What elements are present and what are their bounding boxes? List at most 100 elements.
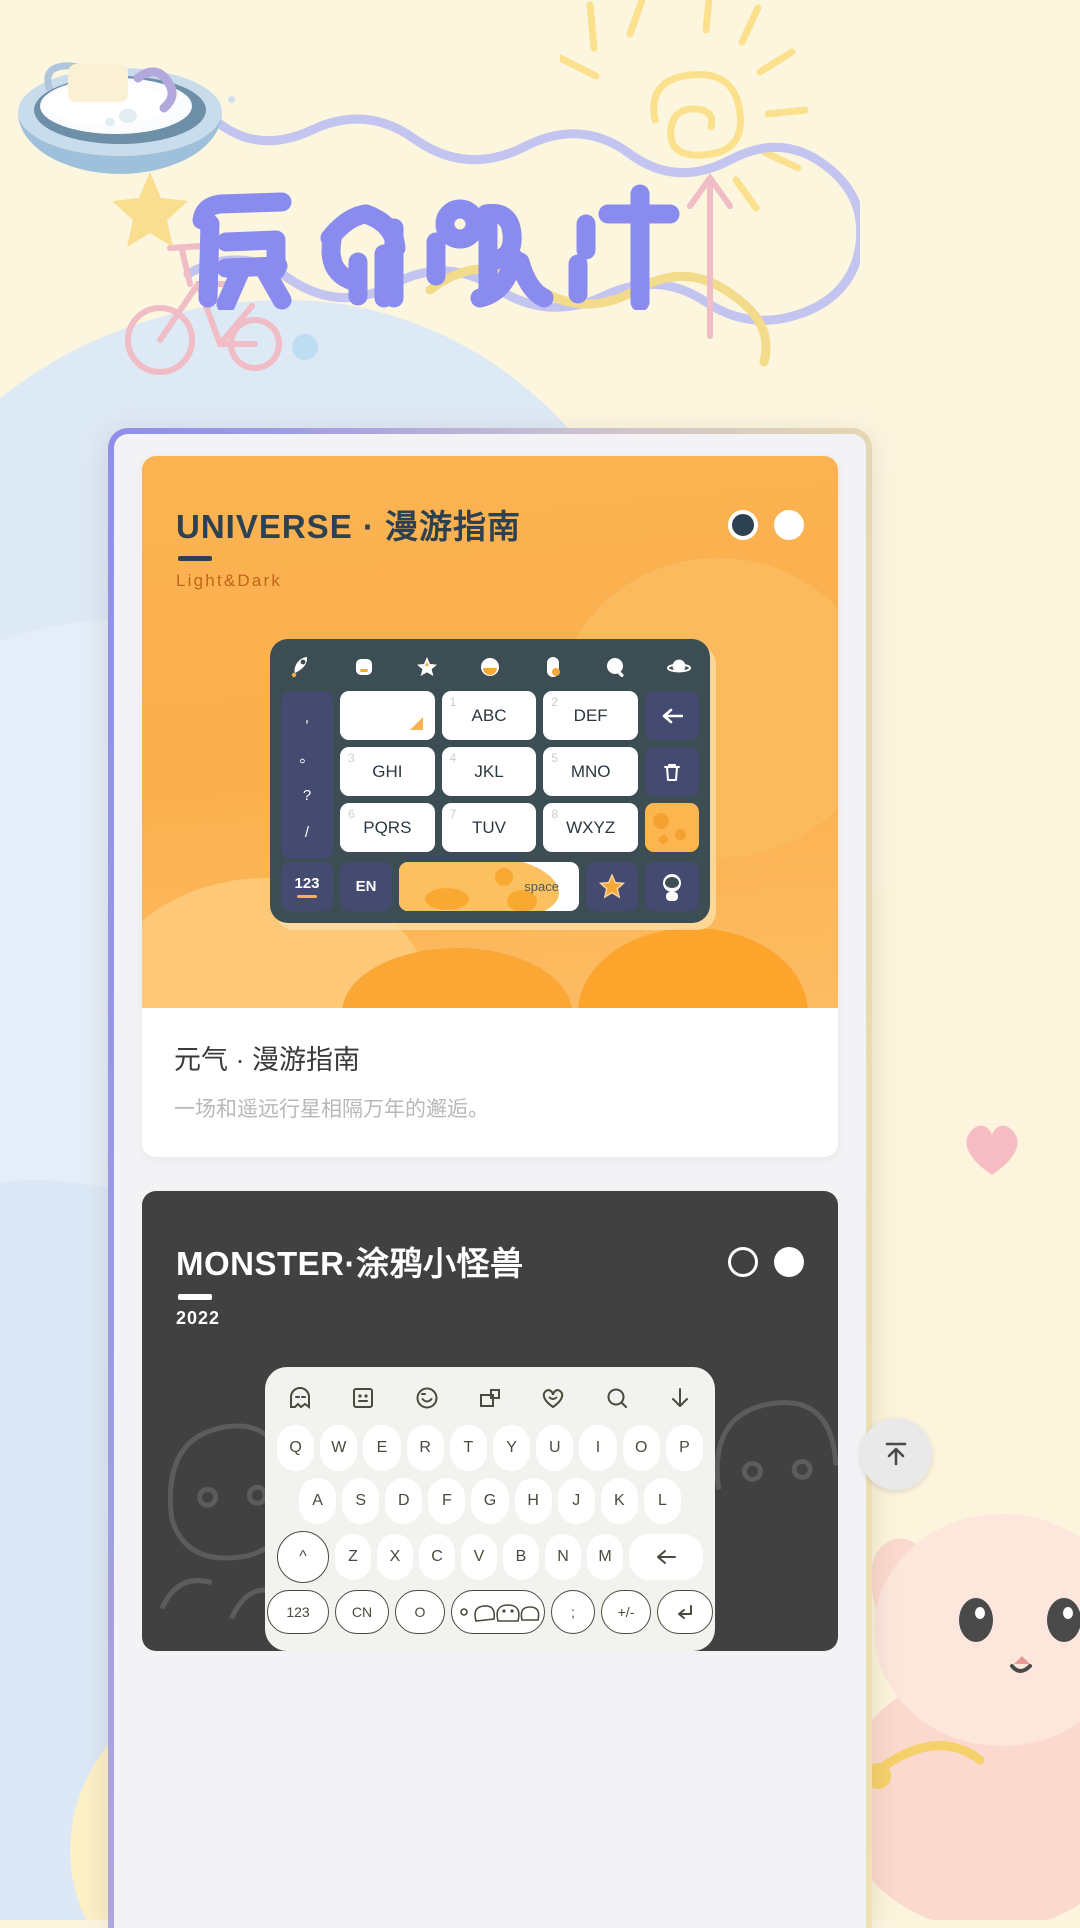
theme-card-universe[interactable]: UNIVERSE · 漫游指南 Light&Dark , 。 ? / 1 ABC… xyxy=(142,456,838,1157)
keyboard-preview-light[interactable]: Q W E R T Y U I O P A S D F G H J K L ^ … xyxy=(265,1367,715,1651)
backspace-key[interactable] xyxy=(629,1534,703,1580)
key-v[interactable]: V xyxy=(461,1534,497,1580)
key-ghi[interactable]: 3 GHI xyxy=(340,747,435,796)
key-pqrs[interactable]: 6 PQRS xyxy=(340,803,435,852)
circle-key[interactable]: O xyxy=(395,1590,445,1634)
key-h[interactable]: H xyxy=(514,1478,552,1524)
keyboard-row[interactable]: 6 PQRS 7 TUV 8 WXYZ xyxy=(340,803,639,852)
trash-icon xyxy=(664,763,680,781)
backspace-key[interactable] xyxy=(645,691,699,740)
search-icon[interactable] xyxy=(604,655,628,679)
key-mno[interactable]: 5 MNO xyxy=(543,747,639,796)
smiley-icon[interactable] xyxy=(414,1385,440,1411)
language-key-label: EN xyxy=(355,878,377,895)
numbers-key[interactable]: 123 xyxy=(281,862,333,911)
keyboard-function-column[interactable] xyxy=(645,691,699,859)
layers-icon[interactable] xyxy=(477,1385,503,1411)
key-b[interactable]: B xyxy=(503,1534,539,1580)
key-x[interactable]: X xyxy=(377,1534,413,1580)
moon-key[interactable] xyxy=(645,803,699,852)
key-w[interactable]: W xyxy=(320,1425,358,1471)
key-q[interactable]: Q xyxy=(276,1425,315,1471)
key-k[interactable]: K xyxy=(600,1478,638,1524)
key-blank[interactable] xyxy=(340,691,435,740)
key-o[interactable]: O xyxy=(622,1425,660,1471)
key-z[interactable]: Z xyxy=(335,1534,371,1580)
key-f[interactable]: F xyxy=(428,1478,466,1524)
keyboard-row-2[interactable]: A S D F G H J K L xyxy=(277,1478,703,1524)
theme-toggle-dots[interactable] xyxy=(728,510,804,540)
star-icon[interactable] xyxy=(415,655,439,679)
key-g[interactable]: G xyxy=(471,1478,509,1524)
key-question[interactable]: ? xyxy=(303,787,311,804)
key-jkl[interactable]: 4 JKL xyxy=(441,747,537,796)
theme-toggle-dots[interactable] xyxy=(728,1247,804,1277)
hero-title-block: MONSTER·涂鸦小怪兽 2022 xyxy=(176,1237,524,1329)
key-a[interactable]: A xyxy=(299,1478,337,1524)
rocket-icon[interactable] xyxy=(289,655,313,679)
planet-icon[interactable] xyxy=(667,655,691,679)
key-c[interactable]: C xyxy=(419,1534,455,1580)
search-icon[interactable] xyxy=(604,1385,630,1411)
plusminus-key[interactable]: +/- xyxy=(601,1590,651,1634)
ghost-icon[interactable] xyxy=(287,1385,313,1411)
space-key[interactable]: space xyxy=(399,862,579,911)
key-comma[interactable]: , xyxy=(305,709,309,726)
key-p[interactable]: P xyxy=(665,1425,704,1471)
theme-dot-dark[interactable] xyxy=(728,510,758,540)
keyboard-punctuation-column[interactable]: , 。 ? / xyxy=(281,691,333,859)
numbers-key[interactable]: 123 xyxy=(267,1590,329,1634)
keyboard-main-keys[interactable]: 1 ABC 2 DEF 3 GHI 4 JKL 5 MNO 6 PQRS 7 T… xyxy=(340,691,639,859)
hero-rule xyxy=(178,556,212,561)
keyboard-preview-dark[interactable]: , 。 ? / 1 ABC 2 DEF 3 GHI 4 JKL 5 MNO 6 … xyxy=(270,639,710,923)
keyboard-bottom-row[interactable]: 123 EN space xyxy=(281,862,699,911)
key-period[interactable]: 。 xyxy=(299,746,314,767)
theme-dot-solid[interactable] xyxy=(774,1247,804,1277)
key-n[interactable]: N xyxy=(545,1534,581,1580)
key-r[interactable]: R xyxy=(406,1425,444,1471)
key-e[interactable]: E xyxy=(363,1425,401,1471)
down-arrow-icon[interactable] xyxy=(667,1385,693,1411)
shift-key[interactable]: ^ xyxy=(277,1531,329,1583)
key-u[interactable]: U xyxy=(536,1425,574,1471)
key-tuv[interactable]: 7 TUV xyxy=(441,803,537,852)
key-wxyz[interactable]: 8 WXYZ xyxy=(543,803,639,852)
key-i[interactable]: I xyxy=(579,1425,617,1471)
sticker-space-key[interactable] xyxy=(451,1590,545,1634)
keyboard-body[interactable]: , 。 ? / 1 ABC 2 DEF 3 GHI 4 JKL 5 MNO 6 … xyxy=(281,691,699,859)
keyboard-row[interactable]: 3 GHI 4 JKL 5 MNO xyxy=(340,747,639,796)
key-abc[interactable]: 1 ABC xyxy=(441,691,537,740)
theme-dot-light[interactable] xyxy=(774,510,804,540)
key-d[interactable]: D xyxy=(385,1478,423,1524)
delete-key[interactable] xyxy=(645,747,699,796)
scroll-to-top-button[interactable] xyxy=(860,1418,932,1490)
astronaut-icon xyxy=(663,873,681,901)
theme-card-monster[interactable]: MONSTER·涂鸦小怪兽 2022 Q W E R T Y U I O P A… xyxy=(142,1191,838,1651)
key-m[interactable]: M xyxy=(587,1534,623,1580)
capsule-icon[interactable] xyxy=(541,655,565,679)
astronaut-key[interactable] xyxy=(645,862,699,911)
semicolon-key[interactable]: ; xyxy=(551,1590,595,1634)
language-key[interactable]: CN xyxy=(335,1590,389,1634)
language-key[interactable]: EN xyxy=(340,862,392,911)
key-t[interactable]: T xyxy=(449,1425,487,1471)
keyboard-row-4[interactable]: 123 CN O ; +/- xyxy=(267,1590,713,1634)
key-l[interactable]: L xyxy=(643,1478,681,1524)
theme-dot-outline[interactable] xyxy=(728,1247,758,1277)
keyboard-row[interactable]: 1 ABC 2 DEF xyxy=(340,691,639,740)
clipboard-icon[interactable] xyxy=(352,655,376,679)
key-def[interactable]: 2 DEF xyxy=(543,691,639,740)
face-icon[interactable] xyxy=(350,1385,376,1411)
enter-key[interactable] xyxy=(657,1590,713,1634)
key-s[interactable]: S xyxy=(342,1478,380,1524)
heart-icon[interactable] xyxy=(540,1385,566,1411)
key-slash[interactable]: / xyxy=(305,824,309,841)
keyboard-toolbar[interactable] xyxy=(277,1383,703,1425)
keyboard-row-3[interactable]: ^ Z X C V B N M xyxy=(277,1531,703,1583)
keyboard-row-1[interactable]: Q W E R T Y U I O P xyxy=(276,1425,704,1471)
keyboard-toolbar[interactable] xyxy=(281,653,699,691)
key-y[interactable]: Y xyxy=(493,1425,531,1471)
emoji-key[interactable] xyxy=(586,862,638,911)
moon-icon[interactable] xyxy=(478,655,502,679)
key-j[interactable]: J xyxy=(557,1478,595,1524)
